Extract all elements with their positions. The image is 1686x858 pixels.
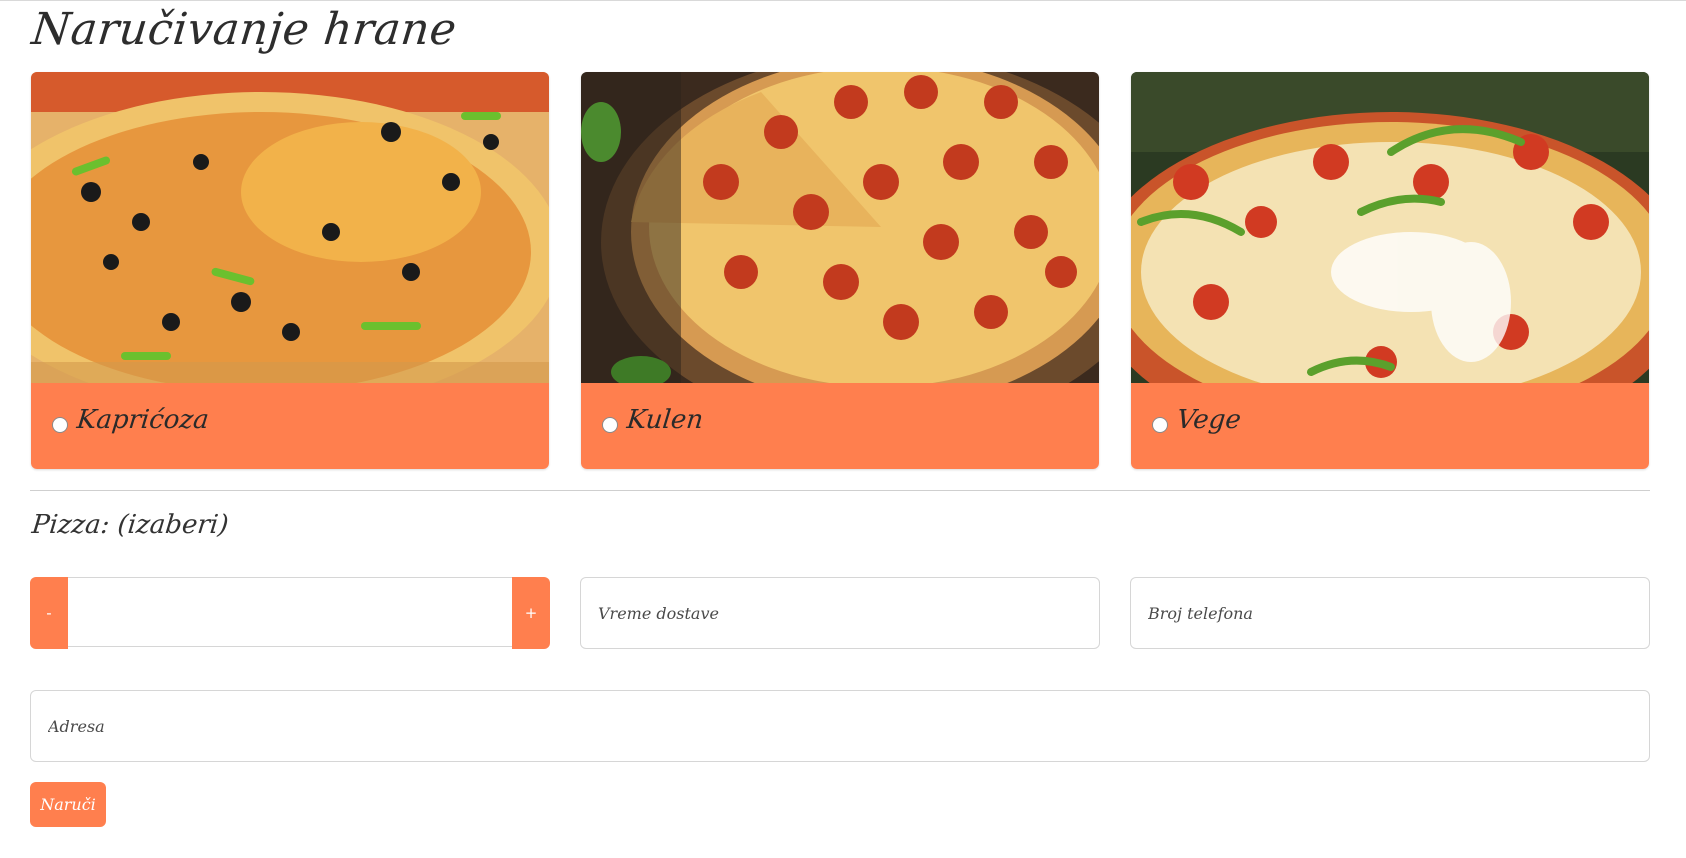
pizza-card-footer: Vege — [1131, 383, 1649, 469]
increment-button[interactable]: + — [512, 577, 550, 649]
pizza-image-kulen — [581, 72, 1099, 383]
pizza-label-kulen: Kulen — [625, 405, 705, 435]
pizza-image-vege — [1131, 72, 1649, 383]
selected-pizza-text: Pizza: (izaberi) — [30, 510, 230, 540]
radio-kulen[interactable] — [602, 417, 618, 433]
order-button[interactable]: Naruči — [30, 782, 106, 827]
delivery-time-input[interactable] — [581, 578, 1099, 648]
phone-number-input[interactable] — [1131, 578, 1649, 648]
section-divider — [30, 490, 1650, 491]
pizza-card-kapricoza[interactable]: Kaprićoza — [31, 72, 549, 469]
pizza-card-vege[interactable]: Vege — [1131, 72, 1649, 469]
pizza-card-footer: Kaprićoza — [31, 383, 549, 469]
pizza-label-kapricoza: Kaprićoza — [75, 405, 211, 435]
pizza-image-kapricoza — [31, 72, 549, 383]
pizza-card-kulen[interactable]: Kulen — [581, 72, 1099, 469]
quantity-input[interactable] — [68, 577, 512, 647]
phone-number-field — [1130, 577, 1650, 649]
address-field — [30, 690, 1650, 762]
radio-vege[interactable] — [1152, 417, 1168, 433]
address-input[interactable] — [31, 691, 1649, 761]
delivery-time-field — [580, 577, 1100, 649]
quantity-stepper: - + — [30, 577, 550, 649]
pizza-label-vege: Vege — [1175, 405, 1243, 435]
pizza-card-footer: Kulen — [581, 383, 1099, 469]
top-divider — [0, 0, 1686, 1]
page: Naručivanje hrane Kaprićoza Kulen Vege P… — [0, 0, 1686, 858]
page-title: Naručivanje hrane — [29, 4, 460, 55]
decrement-button[interactable]: - — [30, 577, 68, 649]
radio-kapricoza[interactable] — [52, 417, 68, 433]
